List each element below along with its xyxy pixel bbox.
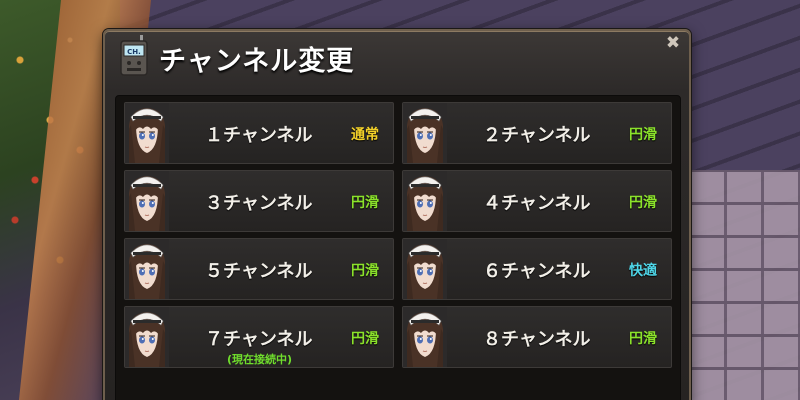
channel-name: ６チャンネル xyxy=(483,261,591,282)
channel-grid: １チャンネル 通常 ２チャンネル 円滑 ３チャンネル 円滑 ４チャンネル 円滑 … xyxy=(124,102,672,368)
channel-change-dialog: CH. チャンネル変更 ✖ １チャンネル 通常 ２チャンネル 円滑 ３チャンネル… xyxy=(103,29,691,400)
character-portrait xyxy=(403,307,447,367)
channel-status: 快適 xyxy=(629,263,657,279)
channel-row-7[interactable]: ７チャンネル 円滑 (現在接続中) xyxy=(124,306,394,368)
channel-row-3[interactable]: ３チャンネル 円滑 xyxy=(124,170,394,232)
channel-status: 円滑 xyxy=(351,195,379,211)
dialog-title: チャンネル変更 xyxy=(159,46,355,77)
channel-status: 円滑 xyxy=(351,331,379,347)
channel-status: 円滑 xyxy=(629,127,657,143)
character-portrait xyxy=(403,103,447,163)
channel-name: ３チャンネル xyxy=(205,193,313,214)
character-portrait xyxy=(125,171,169,231)
character-portrait xyxy=(125,307,169,367)
cobblestone-floor xyxy=(690,170,800,400)
channel-row-8[interactable]: ８チャンネル 円滑 xyxy=(402,306,672,368)
channel-row-1[interactable]: １チャンネル 通常 xyxy=(124,102,394,164)
channel-name: ５チャンネル xyxy=(205,261,313,282)
character-portrait xyxy=(403,239,447,299)
svg-text:CH.: CH. xyxy=(127,48,141,56)
channel-row-2[interactable]: ２チャンネル 円滑 xyxy=(402,102,672,164)
channel-status: 通常 xyxy=(351,127,379,143)
channel-status: 円滑 xyxy=(629,331,657,347)
character-portrait xyxy=(125,103,169,163)
channel-status: 円滑 xyxy=(351,263,379,279)
channel-row-5[interactable]: ５チャンネル 円滑 xyxy=(124,238,394,300)
channel-name: ４チャンネル xyxy=(483,193,591,214)
dialog-header: CH. チャンネル変更 ✖ xyxy=(105,31,689,93)
character-portrait xyxy=(403,171,447,231)
channel-name: ７チャンネル xyxy=(205,329,313,350)
channel-list-panel: １チャンネル 通常 ２チャンネル 円滑 ３チャンネル 円滑 ４チャンネル 円滑 … xyxy=(115,95,681,400)
close-button[interactable]: ✖ xyxy=(664,34,682,52)
channel-name: １チャンネル xyxy=(205,125,313,146)
current-connection-note: (現在接続中) xyxy=(227,353,293,366)
character-portrait xyxy=(125,239,169,299)
channel-name: ２チャンネル xyxy=(483,125,591,146)
channel-row-4[interactable]: ４チャンネル 円滑 xyxy=(402,170,672,232)
channel-status: 円滑 xyxy=(629,195,657,211)
channel-device-icon: CH. xyxy=(120,35,148,76)
channel-name: ８チャンネル xyxy=(483,329,591,350)
channel-row-6[interactable]: ６チャンネル 快適 xyxy=(402,238,672,300)
